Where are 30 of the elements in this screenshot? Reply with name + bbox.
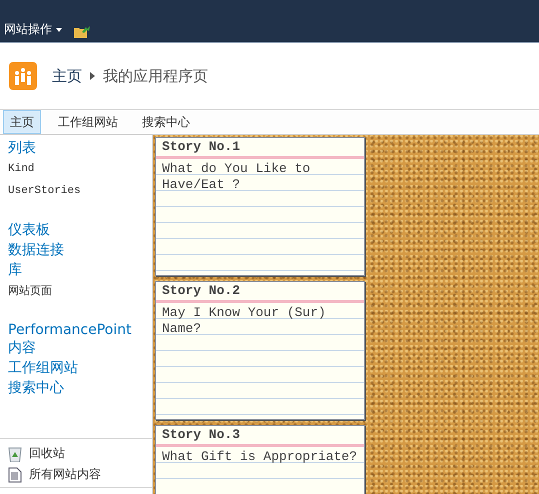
story-title: Story No.1: [156, 138, 364, 159]
sidebar-link[interactable]: 网站页面: [8, 281, 144, 301]
story-title: Story No.2: [156, 282, 364, 303]
separator-arrow-icon: [90, 72, 95, 80]
sidebar-link[interactable]: UserStories: [8, 181, 144, 201]
sidebar-link[interactable]: 回收站: [8, 445, 144, 462]
page-title: 我的应用程序页: [103, 66, 208, 86]
sidebar-link[interactable]: Kind: [8, 159, 144, 179]
sidebar-link[interactable]: 搜索中心: [8, 379, 144, 397]
sidebar-link[interactable]: 库: [8, 261, 144, 279]
folder-arrow-icon[interactable]: [74, 24, 90, 38]
story-text: What Gift is Appropriate?: [161, 448, 358, 465]
sidebar-link[interactable]: 所有网站内容: [8, 466, 144, 483]
sidebar-link[interactable]: 工作组网站: [8, 359, 144, 377]
nav-tab[interactable]: 搜索中心: [135, 110, 197, 134]
nav-tab[interactable]: 主页: [3, 110, 41, 134]
sidebar-link[interactable]: 列表: [8, 139, 144, 157]
recycle-bin-icon: [8, 446, 22, 462]
site-logo-icon: [8, 61, 38, 91]
caret-icon: [56, 28, 62, 32]
story-text: What do You Like to Have/Eat ?: [161, 160, 312, 193]
sidebar-link[interactable]: PerformancePoint 内容: [8, 321, 144, 357]
nav-tab[interactable]: 工作组网站: [51, 110, 125, 134]
story-title: Story No.3: [156, 426, 364, 447]
breadcrumb-link[interactable]: 主页: [52, 66, 82, 86]
sidebar-link[interactable]: 数据连接: [8, 241, 144, 259]
document-icon: [8, 466, 22, 482]
sidebar-link[interactable]: 仪表板: [8, 221, 144, 239]
site-actions-menu[interactable]: 网站操作: [4, 21, 62, 38]
story-text: May I Know Your (Sur) Name?: [161, 304, 327, 337]
